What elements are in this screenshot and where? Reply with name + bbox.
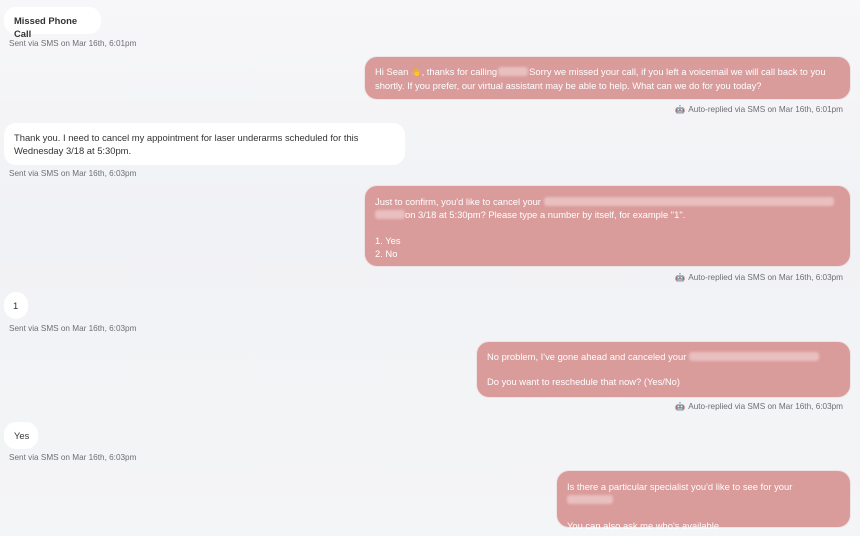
message-text-part: You can also ask me who's available. (567, 519, 722, 531)
message-text-part: Do you want to reschedule that now? (Yes… (487, 376, 680, 388)
auto-reply-meta: 🤖 Auto-replied via SMS on Mar 16th, 6:01p… (675, 105, 843, 114)
message-text: Thank you. I need to cancel my appointme… (14, 132, 359, 157)
waving-hand-emoji: 👋 (410, 67, 422, 77)
message-text-part: Hi Sean (375, 66, 411, 77)
option-no: 2. No (375, 248, 398, 260)
redacted-service-name (567, 495, 613, 505)
message-meta: Sent via SMS on Mar 16th, 6:01pm (9, 39, 137, 48)
message-meta: Auto-replied via SMS on Mar 16th, 6:01pm (688, 105, 843, 114)
message-meta: Sent via SMS on Mar 16th, 6:03pm (9, 453, 137, 462)
message-text: Yes (14, 430, 30, 441)
option-yes: 1. Yes (375, 234, 401, 246)
message-meta: Auto-replied via SMS on Mar 16th, 6:03pm (688, 402, 843, 411)
redacted-service-name (688, 352, 819, 361)
redacted-business-name (498, 67, 529, 76)
redacted-service-name (543, 197, 834, 206)
message-text-part: Just to confirm, you'd like to cancel yo… (375, 196, 541, 207)
message-meta: Auto-replied via SMS on Mar 16th, 6:03pm (688, 273, 843, 282)
message-text: 1 (13, 300, 19, 311)
auto-reply-meta: 🤖 Auto-replied via SMS on Mar 16th, 6:03p… (675, 402, 843, 411)
incoming-message-reply-1: 1 (4, 292, 28, 319)
auto-reply-meta: 🤖 Auto-replied via SMS on Mar 16th, 6:03p… (675, 273, 843, 282)
robot-icon: 🤖 (675, 105, 686, 114)
message-text-part: , thanks for calling (421, 66, 498, 77)
message-text-part: Is there a particular specialist you'd l… (567, 481, 793, 492)
message-meta: Sent via SMS on Mar 16th, 6:03pm (9, 169, 137, 178)
message-text: Missed Phone Call (14, 15, 78, 40)
message-text-part: No problem, I've gone ahead and canceled… (487, 351, 687, 362)
incoming-message-missed-call: Missed Phone Call (4, 7, 101, 39)
incoming-message-reply-yes: Yes (4, 422, 38, 449)
message-meta: Sent via SMS on Mar 16th, 6:03pm (9, 324, 137, 333)
message-text-part: on 3/18 at 5:30pm? Please type a number … (405, 209, 686, 221)
outgoing-message-greeting: Hi Sean 👋, thanks for calling Sorry we mi… (365, 57, 850, 99)
outgoing-message-confirm-cancel: Just to confirm, you'd like to cancel yo… (365, 186, 850, 266)
redacted-service-name (375, 210, 405, 220)
incoming-message-cancel-request: Thank you. I need to cancel my appointme… (4, 123, 405, 165)
outgoing-message-canceled: No problem, I've gone ahead and canceled… (477, 342, 850, 397)
outgoing-message-specialist: Is there a particular specialist you'd l… (557, 471, 850, 531)
robot-icon: 🤖 (675, 402, 686, 411)
robot-icon: 🤖 (675, 273, 686, 282)
